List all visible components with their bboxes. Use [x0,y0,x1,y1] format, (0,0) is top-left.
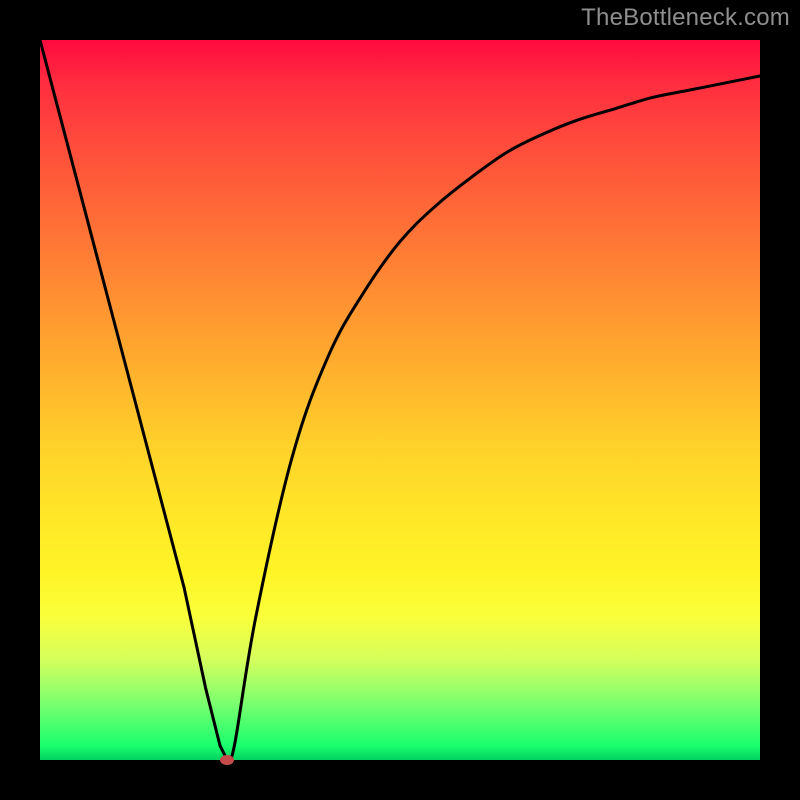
watermark-label: TheBottleneck.com [581,4,790,32]
plot-area [40,40,760,760]
curve-svg [40,40,760,760]
minimum-marker [220,755,234,765]
bottleneck-curve-path [40,40,760,760]
chart-frame: TheBottleneck.com [0,0,800,800]
